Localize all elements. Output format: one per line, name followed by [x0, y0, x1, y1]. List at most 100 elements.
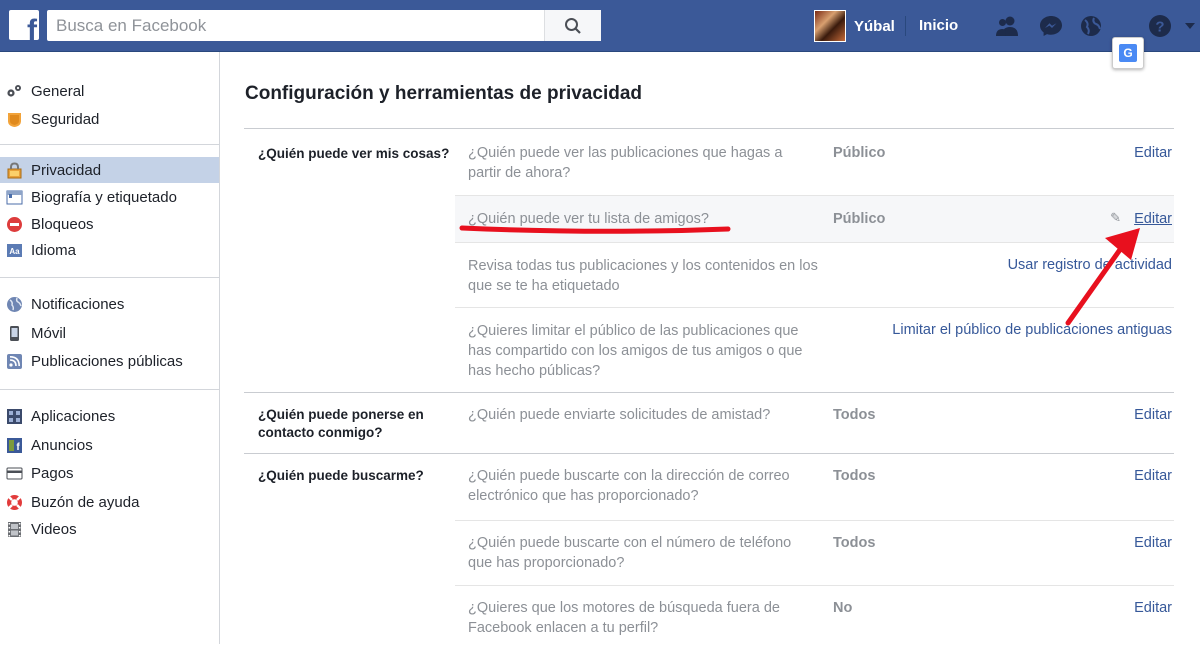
sidebar-item-ads[interactable]: f Anuncios — [0, 431, 219, 459]
sidebar-item-label: Seguridad — [31, 110, 100, 128]
sidebar-item-label: Pagos — [31, 465, 74, 482]
ads-icon: f — [7, 437, 22, 453]
pencil-icon: ✎ — [1110, 210, 1121, 225]
timeline-icon — [6, 190, 23, 204]
setting-question: ¿Quieres limitar el público de las publi… — [468, 323, 803, 379]
sidebar-item-mobile[interactable]: Móvil — [0, 319, 219, 347]
search-icon — [565, 17, 581, 34]
sidebar-group-notifications: Notificaciones Móvil Publicaciones públi… — [0, 278, 219, 390]
lifebuoy-icon — [7, 494, 22, 510]
search-input[interactable] — [47, 10, 537, 41]
limit-past-posts-link[interactable]: Limitar el público de publicaciones anti… — [892, 322, 1172, 338]
sidebar-item-notifications[interactable]: Notificaciones — [0, 290, 219, 319]
edit-link[interactable]: Editar — [1134, 211, 1172, 227]
svg-text:?: ? — [1155, 19, 1164, 36]
messenger-icon[interactable] — [1038, 14, 1064, 38]
sidebar-item-label: Bloqueos — [31, 215, 94, 233]
setting-row[interactable]: ¿Quién puede buscarte con el número de t… — [455, 520, 1174, 585]
sidebar-item-timeline[interactable]: Biografía y etiquetado — [0, 183, 219, 211]
sidebar-item-label: Móvil — [31, 324, 67, 342]
sidebar-group-apps: Aplicaciones f Anuncios Pagos Buzón de a… — [0, 390, 219, 543]
setting-question: ¿Quién puede ver las publicaciones que h… — [468, 145, 783, 181]
setting-row-friends-list[interactable]: ¿Quién puede ver tu lista de amigos? Púb… — [455, 195, 1174, 242]
sidebar-item-label: Aplicaciones — [31, 408, 116, 425]
home-link[interactable]: Inicio — [919, 17, 958, 34]
globe-icon[interactable] — [1078, 14, 1104, 38]
setting-row[interactable]: ¿Quién puede ver las publicaciones que h… — [455, 129, 1174, 195]
section-who-can-find: ¿Quién puede buscarme? ¿Quién puede busc… — [244, 453, 1174, 648]
setting-value: Todos — [833, 535, 876, 551]
sidebar-item-label: Biografía y etiquetado — [31, 188, 177, 206]
setting-question: ¿Quién puede ver tu lista de amigos? — [468, 211, 709, 227]
setting-value: No — [833, 600, 853, 616]
setting-value: Todos — [833, 407, 876, 423]
edit-link[interactable]: Editar — [1134, 145, 1172, 161]
setting-question: ¿Quieres que los motores de búsqueda fue… — [468, 600, 780, 636]
sidebar-item-label: Idioma — [31, 241, 77, 259]
badge-icon — [8, 112, 21, 127]
svg-text:Aa: Aa — [9, 247, 20, 256]
setting-row[interactable]: ¿Quién puede enviarte solicitudes de ami… — [455, 393, 1174, 454]
apps-icon — [7, 409, 22, 424]
nav-divider — [905, 16, 906, 36]
facebook-logo[interactable]: f — [9, 10, 39, 40]
profile-link[interactable]: Yúbal — [814, 9, 895, 43]
rss-icon — [7, 353, 22, 369]
search-button[interactable] — [544, 10, 601, 41]
sidebar-group-account: General Seguridad — [0, 52, 219, 145]
edit-link[interactable]: Editar — [1134, 535, 1172, 551]
setting-row[interactable]: Revisa todas tus publicaciones y los con… — [455, 242, 1174, 307]
sidebar-item-blocking[interactable]: Bloqueos — [0, 211, 219, 237]
friends-icon[interactable] — [994, 14, 1020, 38]
sidebar-item-language[interactable]: Aa Idioma — [0, 237, 219, 263]
card-icon — [6, 467, 23, 480]
sidebar-item-label: Buzón de ayuda — [31, 493, 140, 511]
edit-link[interactable]: Editar — [1134, 407, 1172, 423]
setting-value: Todos — [833, 468, 876, 484]
gears-icon — [7, 84, 21, 97]
setting-question: Revisa todas tus publicaciones y los con… — [468, 258, 818, 294]
search-box — [47, 10, 601, 41]
sidebar-item-payments[interactable]: Pagos — [0, 459, 219, 488]
setting-question: ¿Quién puede buscarte con la dirección d… — [468, 468, 790, 504]
sidebar-item-label: Notificaciones — [31, 296, 125, 313]
facebook-logo-letter: f — [27, 14, 37, 41]
setting-row[interactable]: ¿Quieres que los motores de búsqueda fue… — [455, 585, 1174, 649]
section-who-can-see: ¿Quién puede ver mis cosas? ¿Quién puede… — [244, 128, 1174, 392]
sidebar-item-general[interactable]: General — [0, 77, 219, 105]
setting-value: Público — [833, 145, 886, 161]
sidebar-item-videos[interactable]: Videos — [0, 516, 219, 543]
lock-icon — [7, 161, 22, 178]
sidebar-item-label: General — [31, 82, 85, 100]
section-label: ¿Quién puede ver mis cosas? — [258, 146, 450, 161]
sidebar-item-label: Publicaciones públicas — [31, 352, 183, 370]
edit-link[interactable]: Editar — [1134, 468, 1172, 484]
section-label: ¿Quién puede buscarme? — [258, 468, 424, 483]
settings-sidebar: General Seguridad Privacidad Biografía y… — [0, 52, 220, 644]
translate-icon: G — [1119, 44, 1137, 62]
sidebar-item-public-posts[interactable]: Publicaciones públicas — [0, 347, 219, 375]
sidebar-item-label: Anuncios — [31, 436, 93, 454]
top-navigation-bar: f Yúbal Inicio ? — [0, 0, 1200, 52]
sidebar-item-label: Videos — [31, 521, 77, 538]
setting-question: ¿Quién puede buscarte con el número de t… — [468, 535, 792, 571]
block-icon — [7, 216, 22, 232]
page-title: Configuración y herramientas de privacid… — [245, 83, 642, 104]
sidebar-item-support-inbox[interactable]: Buzón de ayuda — [0, 488, 219, 516]
activity-log-link[interactable]: Usar registro de actividad — [1008, 257, 1172, 273]
language-icon: Aa — [7, 243, 22, 257]
section-label: ¿Quién puede ponerse en contacto conmigo… — [258, 407, 424, 440]
sidebar-group-privacy: Privacidad Biografía y etiquetado Bloque… — [0, 145, 219, 278]
sidebar-item-apps[interactable]: Aplicaciones — [0, 402, 219, 431]
setting-row[interactable]: ¿Quién puede buscarte con la dirección d… — [455, 454, 1174, 520]
sidebar-item-privacy[interactable]: Privacidad — [0, 157, 219, 183]
profile-name: Yúbal — [854, 17, 895, 35]
film-icon — [8, 522, 21, 537]
translate-extension-button[interactable]: G — [1112, 37, 1144, 69]
setting-question: ¿Quién puede enviarte solicitudes de ami… — [468, 407, 771, 423]
chevron-down-icon[interactable] — [1184, 21, 1196, 31]
edit-link[interactable]: Editar — [1134, 600, 1172, 616]
setting-row[interactable]: ¿Quieres limitar el público de las publi… — [455, 307, 1174, 393]
help-icon[interactable]: ? — [1147, 14, 1173, 38]
sidebar-item-security[interactable]: Seguridad — [0, 105, 219, 133]
